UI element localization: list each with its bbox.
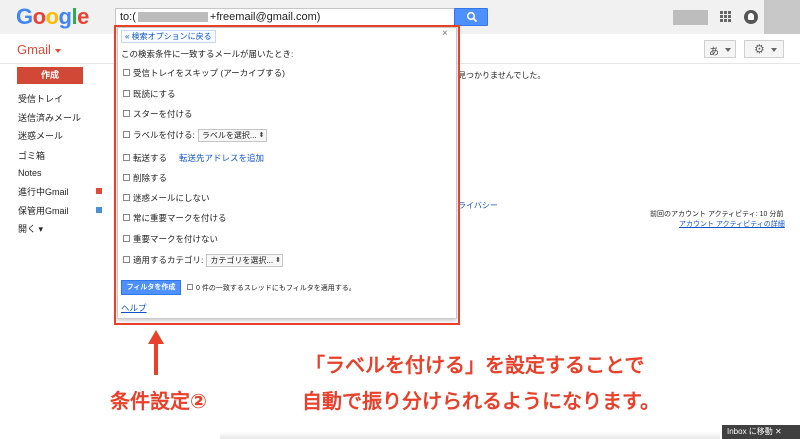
last-activity-text: 前回のアカウント アクティビティ: 10 分前 [650,211,784,218]
sidebar-item[interactable]: 開く ▾ [18,222,43,235]
logo-letter: o [32,4,46,29]
move-to-inbox-bar[interactable]: Inbox に移動 ✕ [722,425,800,439]
sidebar-item[interactable]: ゴミ箱 [18,149,45,162]
step-label: 条件設定② [110,391,207,413]
notifications-icon[interactable] [744,10,758,24]
settings-button[interactable]: ⚙ [744,40,784,58]
caption-line-1: 「ラベルを付ける」を設定することで [305,355,645,377]
activity-details-link[interactable]: アカウント アクティビティの詳細 [679,219,785,229]
gmail-menu-label[interactable]: Gmail [17,42,61,57]
search-query-suffix: +freemail@gmail.com) [209,11,321,23]
logo-letter: o [45,4,59,29]
compose-button[interactable]: 作成 [17,67,83,84]
highlight-frame [114,25,460,325]
avatar[interactable] [764,0,800,34]
search-input[interactable]: to:( +freemail@gmail.com) [115,8,455,26]
search-button[interactable] [454,8,488,26]
gear-icon: ⚙ [754,42,765,56]
sidebar-item[interactable]: 保管用Gmail [18,204,69,217]
logo-letter: g [58,4,72,29]
sidebar-item[interactable]: 受信トレイ [18,92,63,105]
apps-grid-icon[interactable] [720,11,732,23]
google-logo[interactable]: Google [16,4,89,30]
sidebar-item[interactable]: Notes [18,168,42,178]
label-color-swatch [96,207,102,213]
search-icon [466,11,478,23]
sidebar-item[interactable]: 迷惑メール [18,129,63,142]
redacted-email-block [137,12,208,23]
label-color-swatch [96,188,102,194]
search-query-prefix: to:( [120,11,136,23]
up-arrow-icon [148,330,164,375]
privacy-link[interactable]: ライバシー [458,200,498,211]
bottom-shadow [220,432,720,439]
logo-letter: G [16,4,33,29]
caption-line-2: 自動で振り分けられるようになります。 [302,391,660,413]
input-tools-button[interactable]: あ [704,40,736,58]
redacted-account-name [673,10,708,25]
sidebar-item[interactable]: 進行中Gmail [18,185,69,198]
no-results-message: 見つかりませんでした。 [458,71,546,80]
logo-letter: e [77,4,89,29]
sidebar-item[interactable]: 送信済みメール [18,111,81,124]
